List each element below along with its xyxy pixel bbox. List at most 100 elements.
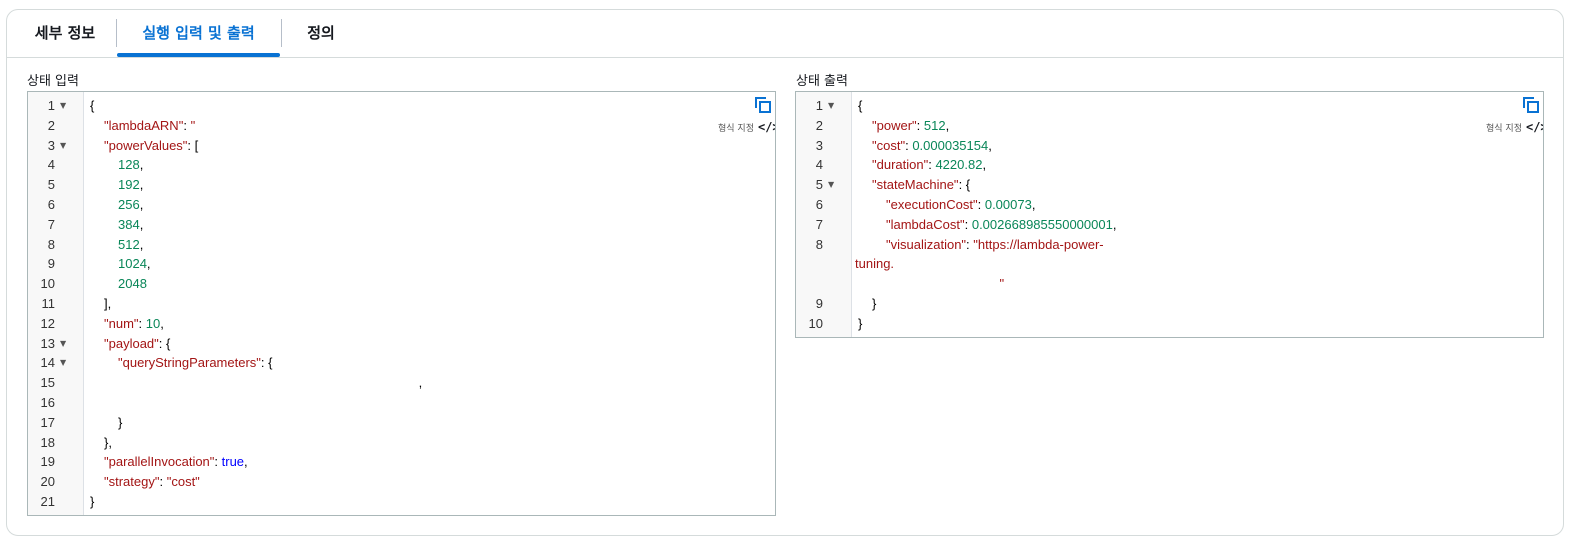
code-text: "lambdaCost": 0.002668985550000001, [886, 216, 1117, 232]
state-output-editor[interactable]: 1 ▼ {2 "power": 512, 3 "cost": 0.000035154, 4 "… [795, 91, 1544, 338]
code-text: 192, [118, 177, 144, 193]
code-line: tuning. [796, 254, 1543, 274]
tab-divider [281, 19, 282, 47]
code-line: 17} [28, 413, 775, 433]
code-line: 10 2048 [28, 274, 775, 294]
line-number: 6 [47, 197, 55, 212]
code-line: 14 ▼ "queryStringParameters": { [28, 353, 775, 373]
line-number: 13 [40, 335, 55, 351]
code-text: { [858, 98, 863, 113]
code-line: 4 "duration": 4220.82, [796, 155, 1543, 175]
tab-details[interactable]: 세부 정보 [29, 10, 101, 56]
code-text: } [118, 414, 123, 430]
code-text: , [90, 375, 423, 391]
line-number: 16 [40, 395, 55, 410]
line-number: 3 [815, 137, 823, 153]
code-line: 5 192, [28, 175, 775, 195]
line-number: 2 [47, 117, 55, 133]
code-line: 13 ▼ "payload": { [28, 334, 775, 354]
code-text: { [90, 98, 95, 113]
code-line: 9 1024, [28, 254, 775, 274]
code-line: 1 ▼ { [28, 96, 775, 116]
fold-arrow-icon[interactable]: ▼ [828, 175, 834, 195]
execution-details-card: 세부 정보 실행 입력 및 출력 정의 상태 입력 1 ▼ {2 "lambdaARN… [6, 9, 1564, 536]
line-number: 20 [40, 474, 55, 490]
code-text: } [858, 315, 863, 331]
code-line: 6 256, [28, 195, 775, 215]
fold-arrow-icon[interactable]: ▼ [60, 353, 66, 373]
line-number: 17 [40, 414, 55, 430]
format-button[interactable]: 형식 지정</> [718, 120, 775, 134]
line-number: 18 [40, 434, 55, 450]
code-text: 2048 [118, 276, 147, 292]
fold-arrow-icon[interactable]: ▼ [60, 96, 66, 116]
line-number: 7 [815, 216, 823, 232]
code-line: 12 "num": 10, [28, 314, 775, 334]
code-text: "power": 512, [872, 117, 950, 133]
code-line: 11], [28, 294, 775, 314]
code-text: "parallelInvocation": true, [104, 454, 248, 470]
code-line: 8 512, [28, 235, 775, 255]
line-number: 3 [47, 137, 55, 153]
code-line: 8 "visualization": "https://lambda-power- [796, 235, 1543, 255]
code-text: "executionCost": 0.00073, [886, 197, 1036, 212]
state-output-title: 상태 출력 [796, 74, 848, 89]
code-text: }, [104, 434, 112, 450]
tab-label: 세부 정보 [34, 24, 96, 42]
code-text: "stateMachine": { [872, 177, 971, 193]
code-text: 1024, [118, 256, 151, 272]
line-number: 19 [40, 454, 55, 470]
code-line: 9} [796, 294, 1543, 314]
active-tab-indicator [117, 53, 280, 57]
code-line: 1 ▼ { [796, 96, 1543, 116]
tab-label: 실행 입력 및 출력 [142, 24, 255, 42]
format-button[interactable]: 형식 지정</> [1486, 120, 1543, 134]
code-line: 6 "executionCost": 0.00073, [796, 195, 1543, 215]
fold-arrow-icon[interactable]: ▼ [60, 334, 66, 354]
code-line: 16 [28, 393, 775, 413]
line-number: 6 [815, 197, 823, 212]
line-number: 14 [40, 355, 55, 371]
code-text: ], [104, 296, 112, 311]
state-input-title: 상태 입력 [27, 74, 79, 89]
tab-definition[interactable]: 정의 [301, 10, 341, 56]
copy-icon[interactable] [1523, 97, 1539, 113]
code-text: "cost": 0.000035154, [872, 137, 992, 153]
code-line: 5 ▼ "stateMachine": { [796, 175, 1543, 195]
code-text: 512, [118, 236, 144, 252]
tab-execution-input-output[interactable]: 실행 입력 및 출력 [117, 10, 280, 57]
fold-arrow-icon[interactable]: ▼ [60, 136, 66, 156]
line-number: 2 [815, 117, 823, 133]
code-text: "payload": { [104, 335, 171, 351]
code-line: 20 "strategy": "cost" [28, 472, 775, 492]
line-number: 7 [47, 216, 55, 232]
code-text: 256, [118, 197, 144, 212]
code-text: "lambdaARN": " [104, 117, 196, 133]
copy-icon[interactable] [755, 97, 771, 113]
code-text: 128, [118, 157, 144, 173]
code-line: 3 "cost": 0.000035154, [796, 136, 1543, 156]
format-label: 형식 지정 [1486, 124, 1522, 134]
code-text: } [90, 494, 95, 509]
tab-label: 정의 [307, 24, 335, 42]
code-line: 21} [28, 492, 775, 512]
line-number: 1 [47, 98, 55, 113]
code-line: 2 "power": 512, [796, 116, 1543, 136]
line-number: 15 [40, 375, 55, 391]
line-number: 4 [47, 157, 55, 173]
code-text: "queryStringParameters": { [118, 355, 273, 371]
line-number: 11 [41, 296, 56, 311]
code-line: 4 128, [28, 155, 775, 175]
code-text: "visualization": "https://lambda-power- [886, 236, 1104, 252]
code-text: "num": 10, [104, 315, 164, 331]
line-number: 21 [40, 494, 55, 509]
code-icon: </> [1525, 120, 1543, 134]
code-line: 7 384, [28, 215, 775, 235]
code-text: tuning. [855, 256, 895, 272]
line-number: 8 [815, 236, 823, 252]
line-number: 9 [47, 256, 55, 272]
line-number: 10 [808, 315, 823, 331]
fold-arrow-icon[interactable]: ▼ [828, 96, 834, 116]
state-input-editor[interactable]: 1 ▼{2 "lambdaARN": " 3 ▼ "powerValues": [4 128… [27, 91, 776, 516]
code-line: 10} [796, 314, 1543, 334]
